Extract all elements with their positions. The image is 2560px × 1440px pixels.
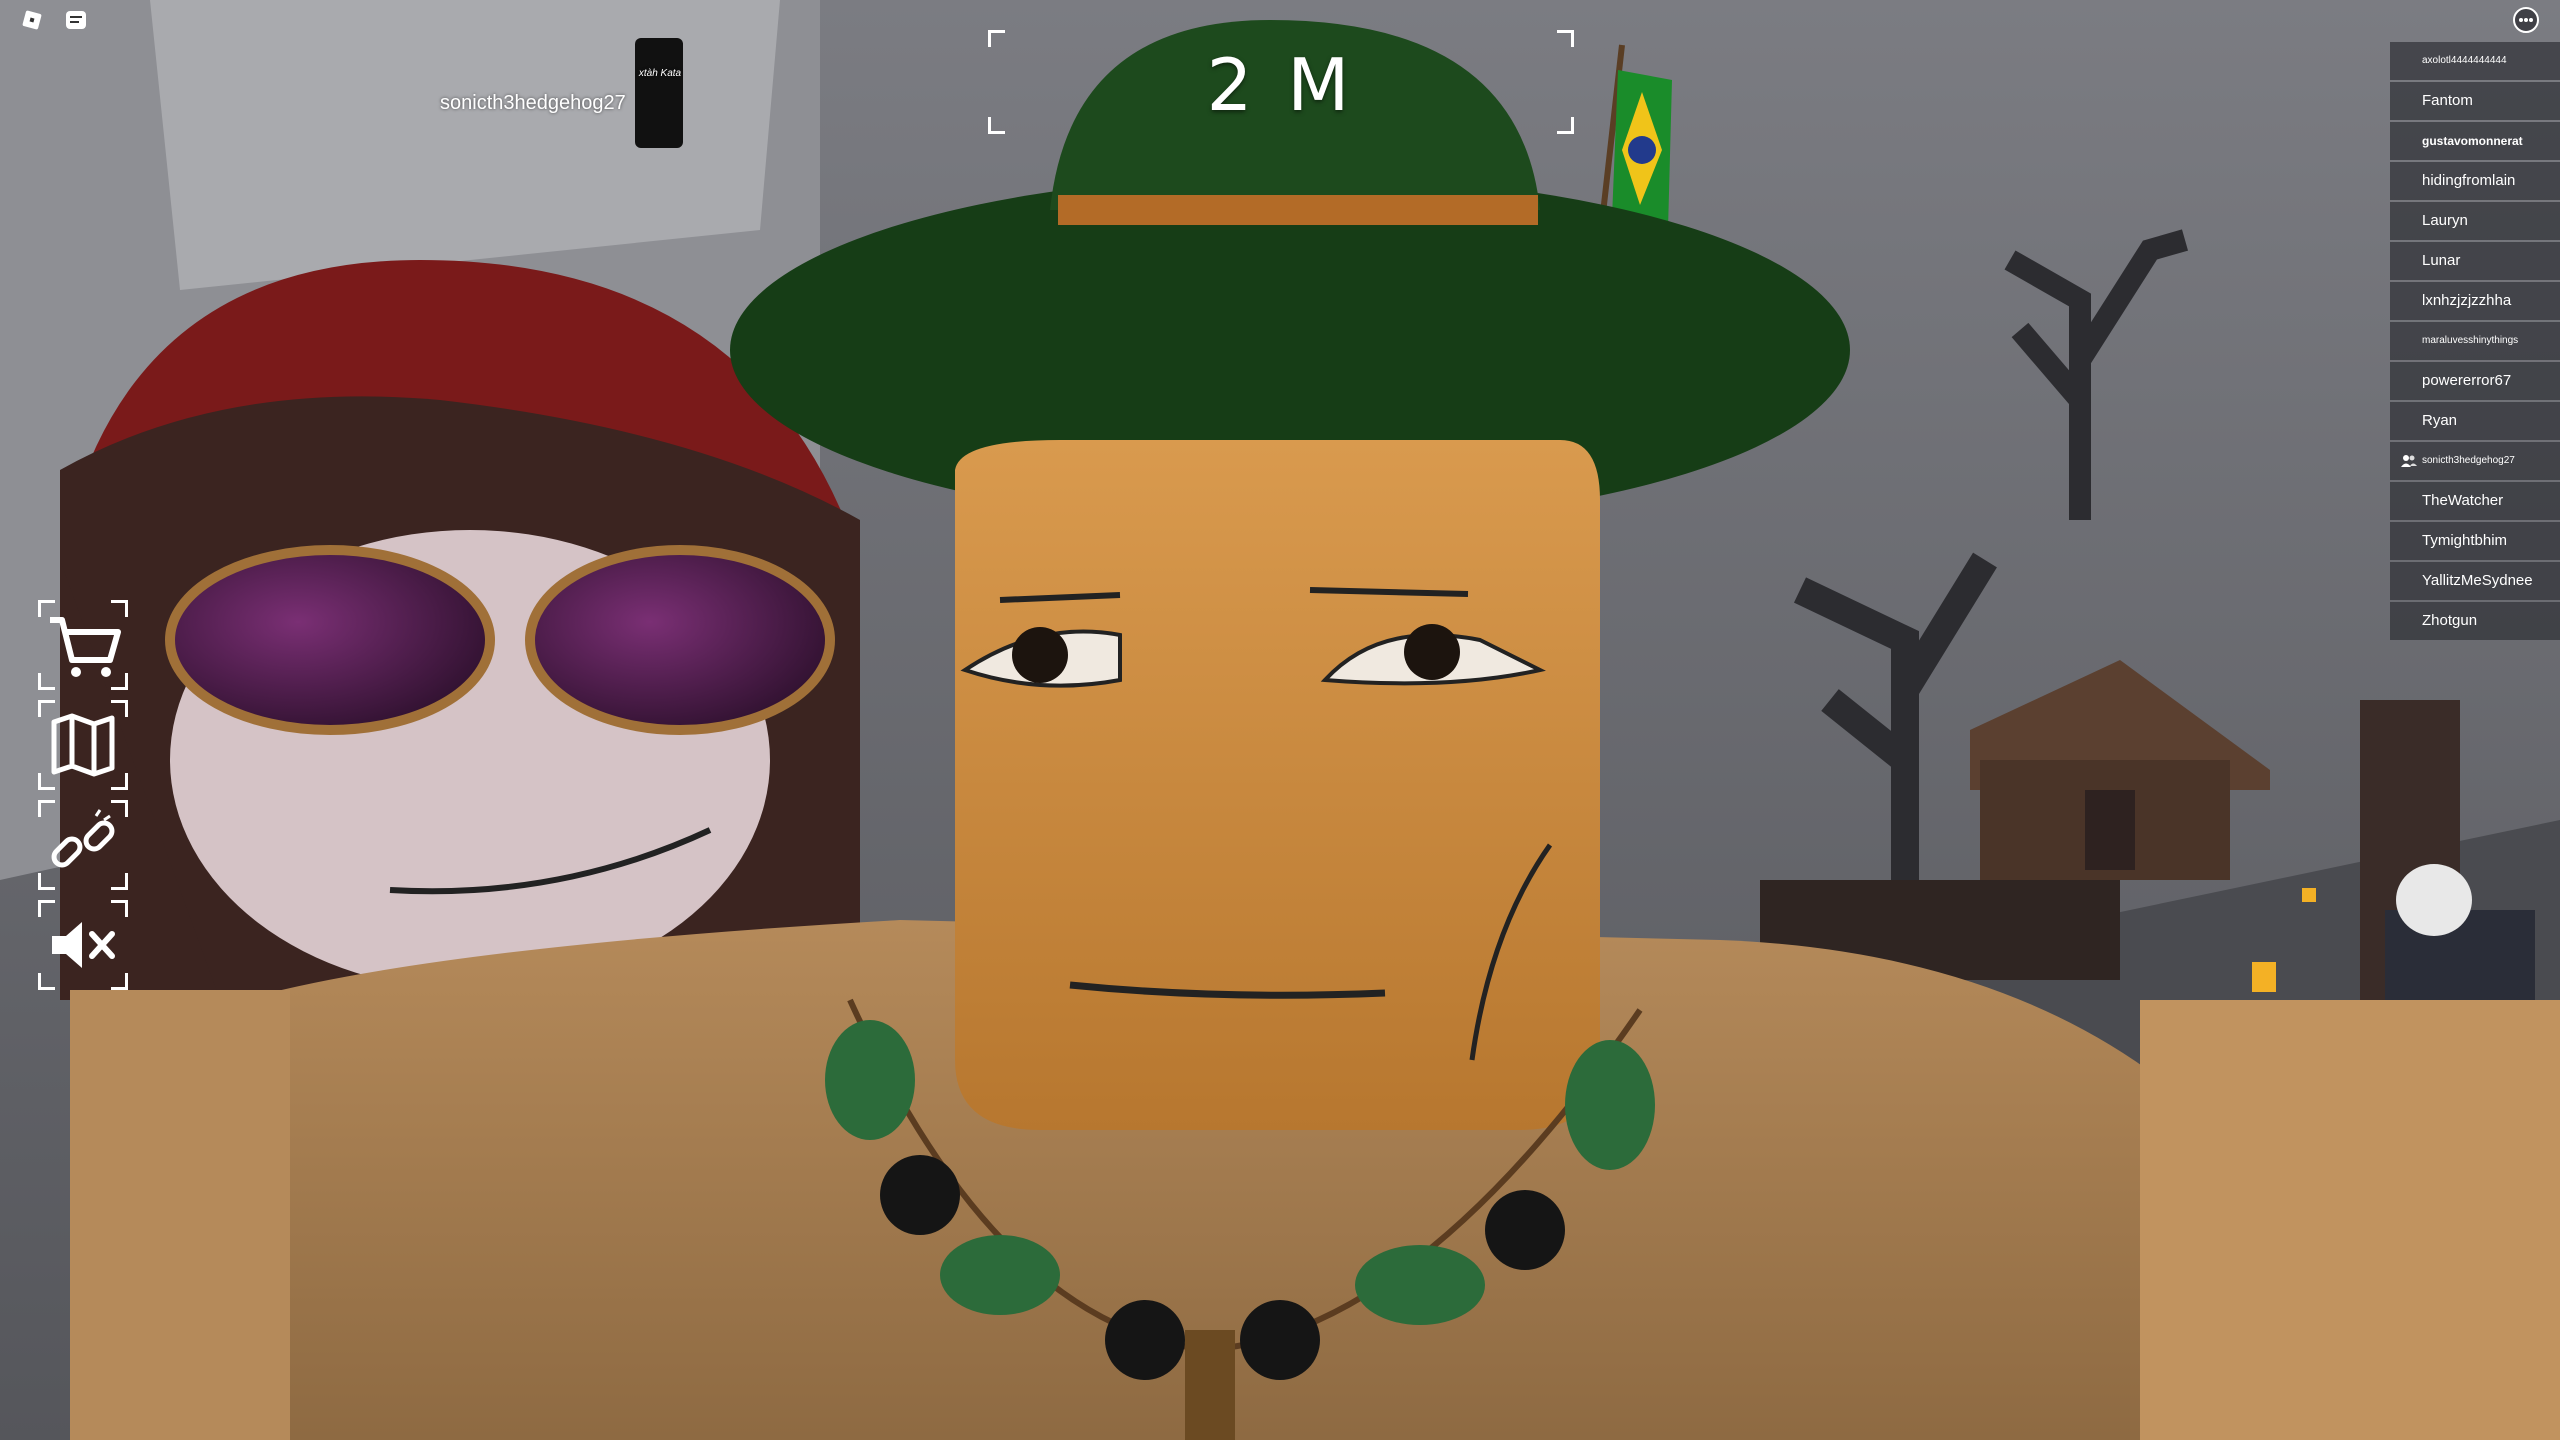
hat-band — [1058, 195, 1538, 225]
frame-corner — [38, 673, 55, 690]
head — [955, 440, 1600, 1130]
map-button[interactable] — [38, 700, 128, 790]
mute-button[interactable] — [38, 900, 128, 990]
player-nametag: sonicth3hedgehog27 — [440, 92, 626, 114]
player-list-row[interactable]: YallitzMeSydnee — [2390, 562, 2560, 600]
black-sign — [635, 38, 683, 148]
frame-corner — [38, 873, 55, 890]
roblox-logo-icon — [22, 10, 42, 30]
player-list-row[interactable]: Ryan — [2390, 402, 2560, 440]
lantern — [2302, 888, 2316, 902]
player-name: Lauryn — [2422, 212, 2468, 229]
player-name: Zhotgun — [2422, 612, 2478, 629]
player-list-row[interactable]: maraluvesshinythings — [2390, 322, 2560, 360]
player-list-row[interactable]: gustavomonnerat — [2390, 122, 2560, 160]
player-name: Ryan — [2422, 412, 2458, 429]
frame-corner — [111, 700, 128, 717]
frame-corner — [38, 973, 55, 990]
cabin-door — [2085, 790, 2135, 870]
shop-button[interactable] — [38, 600, 128, 690]
more-options-icon — [2513, 7, 2539, 33]
necklace-bead — [940, 1235, 1060, 1315]
necklace-bead — [1105, 1300, 1185, 1380]
player-list-row[interactable]: powererror67 — [2390, 362, 2560, 400]
lantern — [2252, 962, 2276, 992]
player-list: axolotl4444444444 Fantom gustavomonnerat hi… — [2390, 42, 2560, 642]
roblox-menu-button[interactable] — [20, 8, 44, 32]
player-name: hidingfromlain — [2422, 172, 2516, 189]
player-list-row[interactable]: lxnhzjzjzzhha — [2390, 282, 2560, 320]
frame-corner — [38, 773, 55, 790]
player-name: powererror67 — [2422, 372, 2512, 389]
player-list-row[interactable]: Zhotgun — [2390, 602, 2560, 640]
frame-corner — [111, 973, 128, 990]
necklace-bead — [1565, 1040, 1655, 1170]
player-list-row[interactable]: TheWatcher — [2390, 482, 2560, 520]
player-list-row[interactable]: hidingfromlain — [2390, 162, 2560, 200]
player-name: sonicth3hedgehog27 — [2422, 455, 2515, 466]
frame-corner — [111, 773, 128, 790]
frame-corner — [111, 873, 128, 890]
round-timer: 2 M — [988, 30, 1574, 134]
frame-corner — [38, 900, 55, 917]
frame-corner — [111, 600, 128, 617]
right-arm — [2140, 1000, 2560, 1440]
player-name: gustavomonnerat — [2422, 134, 2523, 148]
left-arm — [70, 990, 290, 1440]
player-name: Lunar — [2422, 252, 2461, 269]
player-name: maraluvesshinythings — [2422, 335, 2519, 346]
friend-icon — [2401, 455, 2417, 467]
timer-text: 2 M — [1206, 43, 1356, 127]
player-list-row[interactable]: Tymightbhim — [2390, 522, 2560, 560]
sign-text: xtàh Kata — [638, 68, 682, 79]
player-name: axolotl4444444444 — [2422, 55, 2507, 66]
player-name: Tymightbhim — [2422, 532, 2508, 549]
necklace-bead — [1355, 1245, 1485, 1325]
chat-icon — [66, 11, 86, 29]
right-pupil — [1404, 624, 1460, 680]
frame-corner — [111, 673, 128, 690]
necklace-pendant — [1185, 1330, 1235, 1440]
player-list-row[interactable]: Lauryn — [2390, 202, 2560, 240]
sunglasses-right-lens — [525, 545, 835, 735]
player-name: YallitzMeSydnee — [2422, 572, 2533, 589]
necklace-bead — [1240, 1300, 1320, 1380]
necklace-bead — [1485, 1190, 1565, 1270]
npc-head — [2396, 864, 2472, 936]
frame-corner — [38, 600, 55, 617]
frame-corner — [111, 900, 128, 917]
frame-corner — [38, 800, 55, 817]
game-viewport[interactable] — [0, 0, 2560, 1440]
left-pupil — [1012, 627, 1068, 683]
right-eyebrow — [1309, 587, 1469, 597]
player-list-row[interactable]: Lunar — [2390, 242, 2560, 280]
player-name: Fantom — [2422, 92, 2473, 109]
player-name: TheWatcher — [2422, 492, 2504, 509]
player-name: lxnhzjzjzzhha — [2422, 292, 2512, 309]
frame-corner — [111, 800, 128, 817]
sunglasses-left-lens — [165, 545, 495, 735]
player-list-row[interactable]: sonicth3hedgehog27 — [2390, 442, 2560, 480]
necklace-bead — [880, 1155, 960, 1235]
player-list-row[interactable]: axolotl4444444444 — [2390, 42, 2560, 80]
more-options-button[interactable] — [2512, 6, 2539, 33]
brazil-flag-globe — [1628, 136, 1656, 164]
frame-corner — [38, 700, 55, 717]
link-button[interactable] — [38, 800, 128, 890]
player-list-row[interactable]: Fantom — [2390, 82, 2560, 120]
necklace-bead — [825, 1020, 915, 1140]
chat-button[interactable] — [64, 8, 88, 32]
